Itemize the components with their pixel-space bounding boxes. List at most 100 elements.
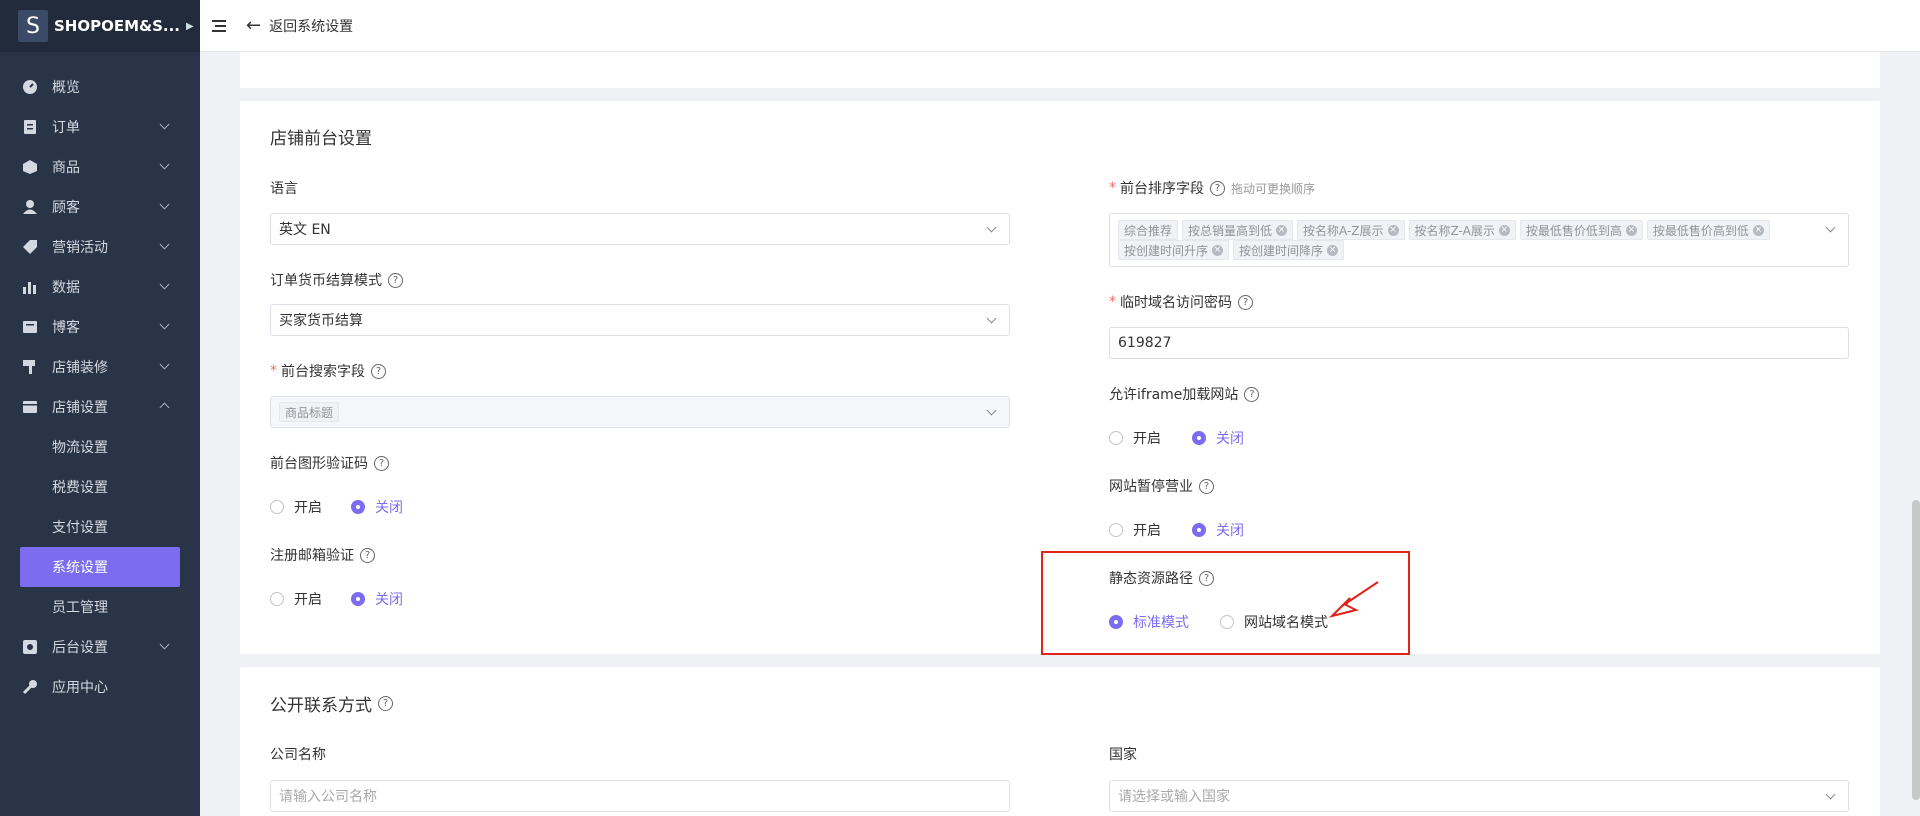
sidebar-menu: 概览 订单 商品 顾客 营销活动 数据 博客 店铺装修 店铺设置 物流设置 税费… (0, 67, 200, 707)
help-icon[interactable]: ? (360, 547, 375, 563)
chevron-down-icon (1825, 222, 1836, 233)
search-field-label: * 前台搜索字段? (270, 361, 386, 381)
store-icon (22, 399, 38, 415)
sidebar-sub-logistics[interactable]: 物流设置 (0, 427, 200, 467)
sidebar-item-label: 数据 (52, 280, 80, 296)
dashboard-icon (22, 79, 38, 95)
captcha-off-radio[interactable]: 关闭 (351, 497, 403, 517)
sidebar-item-label: 商品 (52, 160, 80, 176)
arrow-left-icon: ← (246, 15, 262, 36)
menu-toggle-icon[interactable] (212, 19, 226, 32)
store-logo: S (18, 10, 48, 42)
captcha-label: 前台图形验证码? (270, 453, 389, 473)
section-title: 公开联系方式? (270, 691, 393, 716)
chevron-down-icon (159, 279, 170, 290)
iframe-off-radio[interactable]: 关闭 (1192, 428, 1244, 448)
sidebar-item-label: 店铺装修 (52, 360, 108, 376)
sort-tag: 综合推荐 (1118, 220, 1179, 240)
sidebar-item-data[interactable]: 数据 (0, 267, 200, 307)
scrollbar[interactable] (1912, 500, 1920, 800)
sort-field-select[interactable]: 综合推荐 按总销量高到低 × 按名称A-Z展示 × 按名称Z-A展示 × 按最低售价低… (1109, 213, 1849, 267)
sort-tag[interactable]: 按创建时间升序 × (1118, 240, 1230, 260)
close-icon: × (1752, 224, 1764, 236)
chevron-up-icon (159, 402, 170, 413)
sidebar-item-orders[interactable]: 订单 (0, 107, 200, 147)
close-icon: × (1276, 224, 1288, 236)
back-label: 返回系统设置 (269, 18, 354, 35)
country-select[interactable]: 请选择或输入国家 (1109, 780, 1849, 812)
sidebar-item-label: 订单 (52, 120, 80, 136)
help-icon[interactable]: ? (1238, 294, 1253, 310)
sidebar-sub-staff[interactable]: 员工管理 (0, 587, 200, 627)
pause-label: 网站暂停营业? (1109, 476, 1214, 496)
sidebar-item-label: 应用中心 (52, 680, 108, 696)
chevron-down-icon (986, 313, 997, 324)
email-off-radio[interactable]: 关闭 (351, 589, 403, 609)
sort-tag[interactable]: 按总销量高到低 × (1182, 220, 1294, 240)
sort-tag[interactable]: 按名称Z-A展示 × (1408, 220, 1516, 240)
search-tag: 商品标题 (279, 402, 340, 422)
company-input[interactable]: 请输入公司名称 (270, 780, 1010, 812)
help-icon[interactable]: ? (1199, 478, 1214, 494)
company-label: 公司名称 (270, 747, 326, 763)
help-icon[interactable]: ? (374, 455, 389, 471)
help-icon[interactable]: ? (1244, 386, 1260, 402)
iframe-label: 允许iframe加载网站? (1109, 384, 1260, 404)
box-icon (22, 159, 38, 175)
paint-icon (22, 359, 38, 375)
sidebar-item-label: 博客 (52, 320, 80, 336)
country-label: 国家 (1109, 747, 1137, 763)
sidebar-item-admin-settings[interactable]: 后台设置 (0, 627, 200, 667)
sidebar-sub-tax[interactable]: 税费设置 (0, 467, 200, 507)
sort-tag[interactable]: 按最低售价高到低 × (1646, 220, 1770, 240)
sort-tag[interactable]: 按创建时间降序 × (1233, 240, 1345, 260)
currency-select[interactable]: 买家货币结算 (270, 304, 1010, 336)
brand[interactable]: S SHOPOEM&S... ▶ (0, 0, 200, 52)
sidebar-sub-payment[interactable]: 支付设置 (0, 507, 200, 547)
back-link[interactable]: ← 返回系统设置 (246, 15, 353, 36)
language-select[interactable]: 英文 EN (270, 213, 1010, 245)
captcha-on-radio[interactable]: 开启 (270, 497, 322, 517)
chevron-down-icon (159, 239, 170, 250)
sidebar: S SHOPOEM&S... ▶ 概览 订单 商品 顾客 营销活动 数据 博客 … (0, 0, 200, 816)
help-icon[interactable]: ? (371, 363, 386, 379)
topbar: ← 返回系统设置 (200, 0, 1920, 52)
sidebar-item-decoration[interactable]: 店铺装修 (0, 347, 200, 387)
pause-on-radio[interactable]: 开启 (1109, 520, 1161, 540)
chevron-down-icon (159, 319, 170, 330)
close-icon: × (1387, 224, 1399, 236)
currency-label: 订单货币结算模式? (270, 270, 403, 290)
wrench-icon (22, 679, 38, 695)
sidebar-item-store-settings[interactable]: 店铺设置 (0, 387, 200, 427)
pause-off-radio[interactable]: 关闭 (1192, 520, 1244, 540)
help-icon[interactable]: ? (378, 696, 393, 711)
tag-icon (22, 239, 38, 255)
user-icon (22, 199, 38, 215)
sidebar-item-products[interactable]: 商品 (0, 147, 200, 187)
chevron-down-icon (159, 359, 170, 370)
sort-tag[interactable]: 按最低售价低到高 × (1519, 220, 1643, 240)
search-field-select[interactable]: 商品标题 (270, 396, 1010, 428)
sidebar-item-app-center[interactable]: 应用中心 (0, 667, 200, 707)
chart-icon (22, 279, 38, 295)
language-label: 语言 (270, 181, 298, 197)
chevron-down-icon (159, 199, 170, 210)
chevron-down-icon (986, 405, 997, 416)
email-on-radio[interactable]: 开启 (270, 589, 322, 609)
email-verify-label: 注册邮箱验证? (270, 545, 375, 565)
sidebar-item-marketing[interactable]: 营销活动 (0, 227, 200, 267)
sidebar-item-overview[interactable]: 概览 (0, 67, 200, 107)
sort-tag[interactable]: 按名称A-Z展示 × (1297, 220, 1405, 240)
iframe-on-radio[interactable]: 开启 (1109, 428, 1161, 448)
temp-password-label: * 临时域名访问密码? (1109, 292, 1253, 312)
sidebar-item-label: 后台设置 (52, 640, 108, 656)
sidebar-item-customers[interactable]: 顾客 (0, 187, 200, 227)
caret-right-icon: ▶ (186, 20, 194, 32)
sidebar-item-blog[interactable]: 博客 (0, 307, 200, 347)
temp-password-input[interactable]: 619827 (1109, 327, 1849, 359)
sidebar-sub-system[interactable]: 系统设置 (20, 547, 180, 587)
help-icon[interactable]: ? (1210, 180, 1225, 196)
close-icon: × (1327, 244, 1339, 256)
chevron-down-icon (159, 639, 170, 650)
help-icon[interactable]: ? (388, 272, 403, 288)
